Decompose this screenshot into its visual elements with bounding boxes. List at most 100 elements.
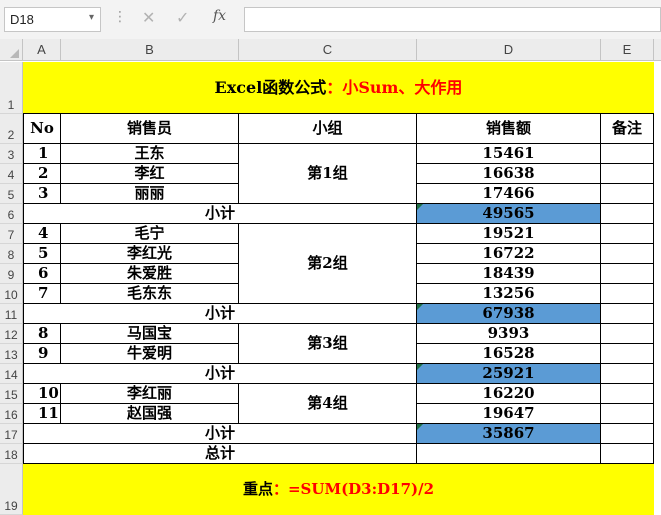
cell-salesperson[interactable]: 赵国强 bbox=[61, 404, 239, 424]
cell-no[interactable]: 1 bbox=[23, 144, 61, 164]
cell-sales[interactable]: 13256 bbox=[417, 284, 601, 304]
subtotal-value[interactable]: 35867 bbox=[417, 424, 601, 444]
header-group[interactable]: 小组 bbox=[239, 114, 417, 144]
note-cell[interactable]: 重点： =SUM(D3:D17)/2 bbox=[23, 464, 654, 515]
cell-sales[interactable]: 18439 bbox=[417, 264, 601, 284]
column-header-b[interactable]: B bbox=[61, 39, 239, 61]
cell-salesperson[interactable]: 李红光 bbox=[61, 244, 239, 264]
header-salesperson[interactable]: 销售员 bbox=[61, 114, 239, 144]
subtotal-label[interactable]: 小计 bbox=[23, 364, 417, 384]
cell-salesperson[interactable]: 马国宝 bbox=[61, 324, 239, 344]
row-header-3[interactable]: 3 bbox=[0, 144, 23, 164]
cell-remark[interactable] bbox=[601, 384, 654, 404]
cell-salesperson[interactable]: 朱爱胜 bbox=[61, 264, 239, 284]
row-header-10[interactable]: 10 bbox=[0, 284, 23, 304]
row-header-15[interactable]: 15 bbox=[0, 384, 23, 404]
row-header-18[interactable]: 18 bbox=[0, 444, 23, 464]
cell-no[interactable]: 8 bbox=[23, 324, 61, 344]
header-no[interactable]: No bbox=[23, 114, 61, 144]
cell-no[interactable]: 3 bbox=[23, 184, 61, 204]
subtotal-label[interactable]: 小计 bbox=[23, 424, 417, 444]
cell-no[interactable]: 9 bbox=[23, 344, 61, 364]
subtotal-label[interactable]: 小计 bbox=[23, 304, 417, 324]
group-cell[interactable]: 第1组 bbox=[239, 144, 417, 204]
cell-sales[interactable]: 17466 bbox=[417, 184, 601, 204]
row-header-12[interactable]: 12 bbox=[0, 324, 23, 344]
row-header-4[interactable]: 4 bbox=[0, 164, 23, 184]
cell-no[interactable]: 2 bbox=[23, 164, 61, 184]
select-all-button[interactable] bbox=[0, 39, 23, 61]
cell-salesperson[interactable]: 李红丽 bbox=[61, 384, 239, 404]
cell-remark[interactable] bbox=[601, 144, 654, 164]
subtotal-value[interactable]: 25921 bbox=[417, 364, 601, 384]
row-header-8[interactable]: 8 bbox=[0, 244, 23, 264]
cell-remark[interactable] bbox=[601, 364, 654, 384]
group-cell[interactable]: 第3组 bbox=[239, 324, 417, 364]
column-header-c[interactable]: C bbox=[239, 39, 417, 61]
cell-remark[interactable] bbox=[601, 164, 654, 184]
cell-salesperson[interactable]: 丽丽 bbox=[61, 184, 239, 204]
row-header-1[interactable]: 1 bbox=[0, 62, 23, 114]
cell-remark[interactable] bbox=[601, 324, 654, 344]
cell-sales[interactable]: 19521 bbox=[417, 224, 601, 244]
header-remark[interactable]: 备注 bbox=[601, 114, 654, 144]
total-value-cell[interactable] bbox=[417, 444, 601, 464]
cell-sales[interactable]: 16220 bbox=[417, 384, 601, 404]
column-header-a[interactable]: A bbox=[23, 39, 61, 61]
cell-sales[interactable]: 16638 bbox=[417, 164, 601, 184]
cell-no[interactable]: 6 bbox=[23, 264, 61, 284]
cell-sales[interactable]: 19647 bbox=[417, 404, 601, 424]
row-header-13[interactable]: 13 bbox=[0, 344, 23, 364]
cell-remark[interactable] bbox=[601, 184, 654, 204]
subtotal-label[interactable]: 小计 bbox=[23, 204, 417, 224]
row-header-14[interactable]: 14 bbox=[0, 364, 23, 384]
cell-sales[interactable]: 15461 bbox=[417, 144, 601, 164]
group-cell[interactable]: 第2组 bbox=[239, 224, 417, 304]
column-header-d[interactable]: D bbox=[417, 39, 601, 61]
cell-remark[interactable] bbox=[601, 344, 654, 364]
cell-remark[interactable] bbox=[601, 424, 654, 444]
formula-input[interactable] bbox=[244, 7, 661, 32]
group-cell[interactable]: 第4组 bbox=[239, 384, 417, 424]
cell-no[interactable]: 11 bbox=[23, 404, 61, 424]
subtotal-value[interactable]: 49565 bbox=[417, 204, 601, 224]
cell-salesperson[interactable]: 毛宁 bbox=[61, 224, 239, 244]
cell-sales[interactable]: 16722 bbox=[417, 244, 601, 264]
header-sales[interactable]: 销售额 bbox=[417, 114, 601, 144]
cell-no[interactable]: 4 bbox=[23, 224, 61, 244]
row-header-7[interactable]: 7 bbox=[0, 224, 23, 244]
cell-remark[interactable] bbox=[601, 444, 654, 464]
cell-remark[interactable] bbox=[601, 204, 654, 224]
name-box[interactable]: D18 ▾ bbox=[4, 7, 101, 32]
cell-no[interactable]: 7 bbox=[23, 284, 61, 304]
row-header-9[interactable]: 9 bbox=[0, 264, 23, 284]
enter-check-icon[interactable]: ✓ bbox=[176, 8, 189, 27]
cell-sales[interactable]: 9393 bbox=[417, 324, 601, 344]
insert-function-icon[interactable]: fx bbox=[213, 8, 226, 24]
chevron-down-icon[interactable]: ▾ bbox=[89, 12, 94, 23]
total-label[interactable]: 总计 bbox=[23, 444, 417, 464]
cell-no[interactable]: 10 bbox=[23, 384, 61, 404]
row-header-6[interactable]: 6 bbox=[0, 204, 23, 224]
row-header-19[interactable]: 19 bbox=[0, 464, 23, 515]
cancel-icon[interactable]: ✕ bbox=[142, 8, 155, 27]
cell-remark[interactable] bbox=[601, 244, 654, 264]
cell-remark[interactable] bbox=[601, 404, 654, 424]
row-header-16[interactable]: 16 bbox=[0, 404, 23, 424]
cell-salesperson[interactable]: 牛爱明 bbox=[61, 344, 239, 364]
title-cell[interactable]: Excel函数公式：小Sum、大作用 bbox=[23, 62, 654, 113]
subtotal-value[interactable]: 67938 bbox=[417, 304, 601, 324]
cell-remark[interactable] bbox=[601, 264, 654, 284]
cell-remark[interactable] bbox=[601, 304, 654, 324]
cell-salesperson[interactable]: 王东 bbox=[61, 144, 239, 164]
cell-salesperson[interactable]: 李红 bbox=[61, 164, 239, 184]
row-header-2[interactable]: 2 bbox=[0, 114, 23, 144]
cell-no[interactable]: 5 bbox=[23, 244, 61, 264]
cell-remark[interactable] bbox=[601, 284, 654, 304]
cell-salesperson[interactable]: 毛东东 bbox=[61, 284, 239, 304]
column-header-e[interactable]: E bbox=[601, 39, 654, 61]
cell-sales[interactable]: 16528 bbox=[417, 344, 601, 364]
row-header-17[interactable]: 17 bbox=[0, 424, 23, 444]
cell-remark[interactable] bbox=[601, 224, 654, 244]
row-header-5[interactable]: 5 bbox=[0, 184, 23, 204]
